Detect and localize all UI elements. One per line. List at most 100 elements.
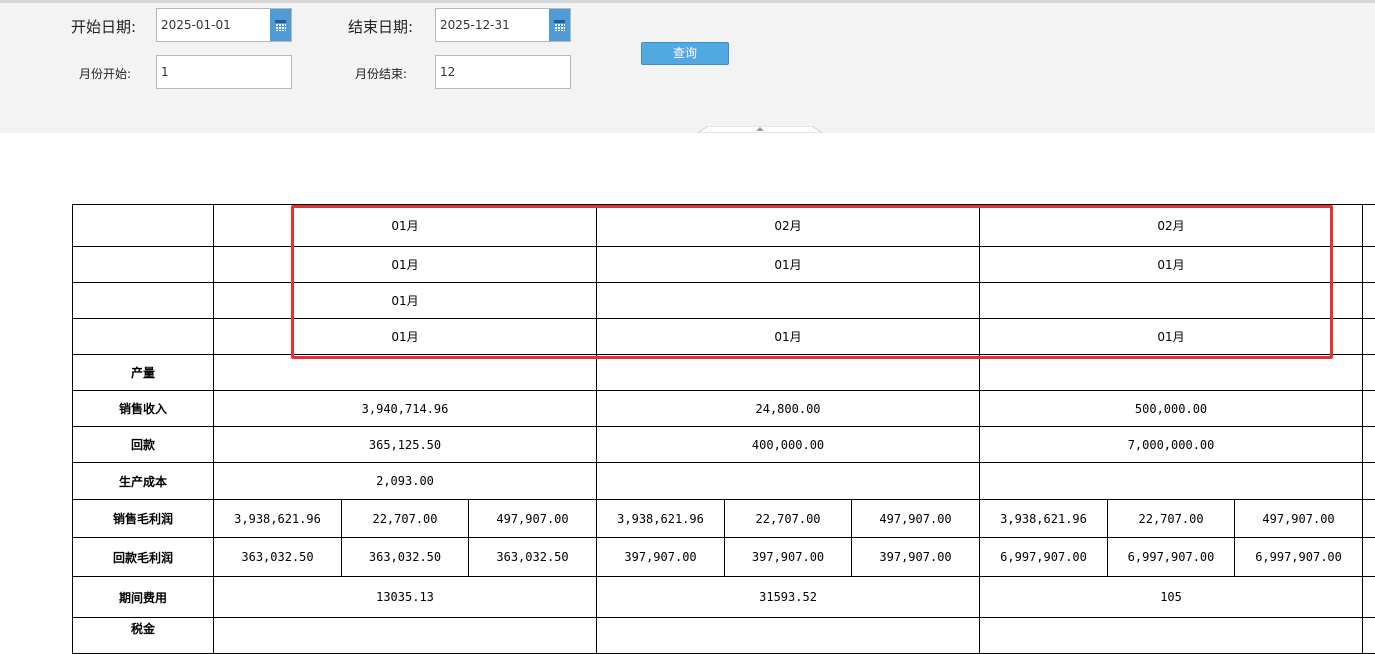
value-cell [597,355,980,391]
calendar-icon [275,20,286,31]
overflow-cell [1363,247,1375,283]
value-cell [980,355,1363,391]
collapse-arrow-icon[interactable] [698,126,822,133]
value-cell: 6,997,907.00 [1235,538,1363,577]
header-cell: 02月 [980,205,1363,247]
corner-cell [73,283,214,319]
value-cell: 3,938,621.96 [214,500,342,538]
value-cell: 397,907.00 [725,538,852,577]
value-cell [980,463,1363,500]
overflow-cell [1363,500,1375,538]
value-cell: 13035.13 [214,577,597,618]
header-cell: 01月 [980,247,1363,283]
header-cell: 01月 [980,319,1363,355]
row-partial: 税金 [73,618,1375,654]
overflow-cell [1363,427,1375,463]
header-cell: 01月 [214,205,597,247]
corner-cell [73,205,214,247]
row-label: 回款 [73,427,214,463]
value-cell: 7,000,000.00 [980,427,1363,463]
header-cell: 02月 [597,205,980,247]
header-row-3: 01月 [73,283,1375,319]
value-cell: 22,707.00 [342,500,469,538]
header-cell: 01月 [597,247,980,283]
value-cell: 397,907.00 [852,538,980,577]
value-cell: 2,093.00 [214,463,597,500]
overflow-cell [1363,538,1375,577]
row-period-expense: 期间费用 13035.13 31593.52 105 [73,577,1375,618]
value-cell: 105 [980,577,1363,618]
value-cell: 3,938,621.96 [980,500,1108,538]
header-cell: 01月 [214,283,597,319]
filter-panel: 开始日期: 2025-01-01 结束日期: 2025-12-31 月份开始: … [0,3,1375,133]
value-cell: 6,997,907.00 [1108,538,1235,577]
value-cell: 497,907.00 [1235,500,1363,538]
value-cell: 3,940,714.96 [214,391,597,427]
value-cell: 365,125.50 [214,427,597,463]
overflow-cell [1363,205,1375,247]
end-date-label: 结束日期: [348,16,413,37]
value-cell: 497,907.00 [469,500,597,538]
value-cell: 363,032.50 [214,538,342,577]
value-cell: 363,032.50 [469,538,597,577]
row-collection-gross-profit: 回款毛利润 363,032.50 363,032.50 363,032.50 3… [73,538,1375,577]
value-cell [597,463,980,500]
overflow-cell [1363,283,1375,319]
value-cell: 6,997,907.00 [980,538,1108,577]
value-cell [980,618,1363,654]
value-cell: 31593.52 [597,577,980,618]
overflow-cell [1363,355,1375,391]
row-label: 销售收入 [73,391,214,427]
header-cell: 01月 [214,319,597,355]
value-cell: 363,032.50 [342,538,469,577]
overflow-cell [1363,319,1375,355]
value-cell: 22,707.00 [1108,500,1235,538]
report-table: 01月 02月 02月 01月 01月 01月 01月 01月 01月 01月 … [72,204,1375,654]
header-cell: 01月 [214,247,597,283]
overflow-cell [1363,577,1375,618]
month-end-label: 月份结束: [355,65,407,82]
value-cell [214,355,597,391]
start-date-picker-button[interactable] [270,9,291,41]
value-cell: 400,000.00 [597,427,980,463]
month-start-input[interactable]: 1 [156,55,292,89]
start-date-input[interactable]: 2025-01-01 [156,8,292,42]
value-cell: 3,938,621.96 [597,500,725,538]
row-label: 税金 [73,618,214,654]
row-label: 回款毛利润 [73,538,214,577]
value-cell: 22,707.00 [725,500,852,538]
corner-cell [73,247,214,283]
row-production-cost: 生产成本 2,093.00 [73,463,1375,500]
end-date-value: 2025-12-31 [440,18,510,32]
header-row-2: 01月 01月 01月 [73,247,1375,283]
start-date-label: 开始日期: [71,16,136,37]
query-button[interactable]: 查询 [641,42,729,65]
row-sales-gross-profit: 销售毛利润 3,938,621.96 22,707.00 497,907.00 … [73,500,1375,538]
overflow-cell [1363,391,1375,427]
header-cell [597,283,980,319]
month-end-input[interactable]: 12 [435,55,571,89]
calendar-icon [554,20,565,31]
row-collection: 回款 365,125.50 400,000.00 7,000,000.00 [73,427,1375,463]
value-cell [214,618,597,654]
start-date-value: 2025-01-01 [161,18,231,32]
overflow-cell [1363,618,1375,654]
row-label: 销售毛利润 [73,500,214,538]
value-cell: 397,907.00 [597,538,725,577]
end-date-input[interactable]: 2025-12-31 [435,8,571,42]
header-cell: 01月 [597,319,980,355]
row-output: 产量 [73,355,1375,391]
month-start-label: 月份开始: [79,65,131,82]
end-date-picker-button[interactable] [549,9,570,41]
row-label: 期间费用 [73,577,214,618]
value-cell: 500,000.00 [980,391,1363,427]
header-cell [980,283,1363,319]
header-row-4: 01月 01月 01月 [73,319,1375,355]
header-row-1: 01月 02月 02月 [73,205,1375,247]
row-label: 产量 [73,355,214,391]
value-cell: 497,907.00 [852,500,980,538]
row-sales-revenue: 销售收入 3,940,714.96 24,800.00 500,000.00 [73,391,1375,427]
row-label: 生产成本 [73,463,214,500]
overflow-cell [1363,463,1375,500]
corner-cell [73,319,214,355]
